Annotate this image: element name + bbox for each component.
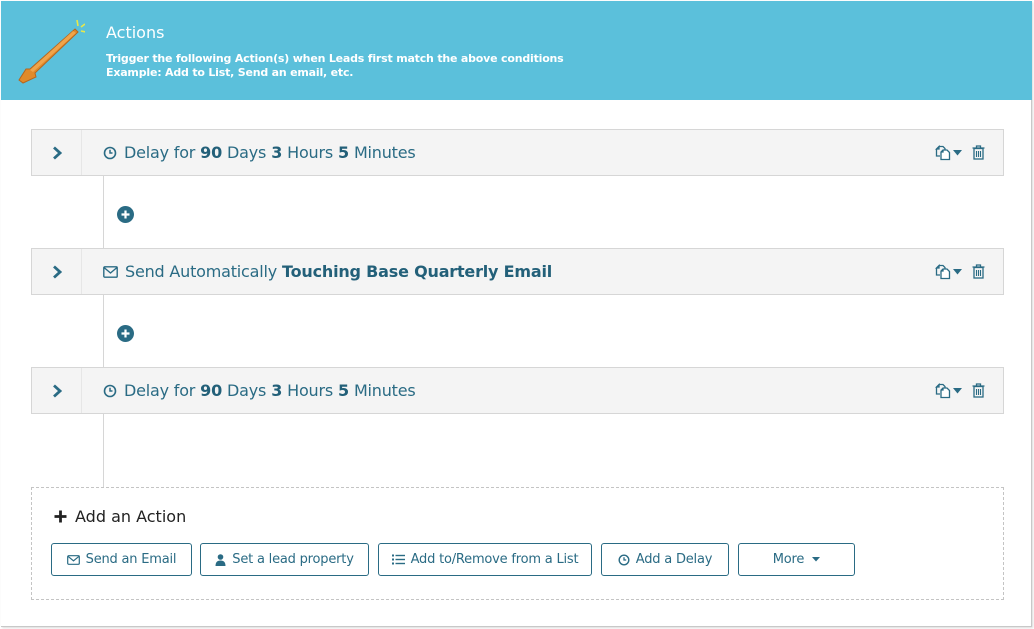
action-title: Delay for 90 Days 3 Hours 5 Minutes bbox=[103, 130, 421, 175]
connector-line bbox=[103, 295, 104, 367]
action-text: Hours bbox=[287, 143, 334, 162]
insert-action-button[interactable] bbox=[117, 325, 134, 342]
action-tools bbox=[935, 249, 985, 294]
clock-icon bbox=[103, 146, 117, 160]
caret-down-icon bbox=[812, 557, 821, 562]
copy-dropdown-button[interactable] bbox=[935, 263, 962, 280]
connector-line bbox=[103, 414, 104, 487]
expand-toggle[interactable] bbox=[32, 130, 82, 175]
button-label: More bbox=[772, 552, 805, 567]
expand-toggle[interactable] bbox=[32, 249, 82, 294]
button-label: Send an Email bbox=[85, 552, 177, 567]
action-text: Minutes bbox=[353, 143, 416, 162]
chevron-right-icon bbox=[52, 145, 62, 160]
action-title: Delay for 90 Days 3 Hours 5 Minutes bbox=[103, 368, 421, 413]
delay-minutes-value: 5 bbox=[338, 143, 349, 162]
actions-description: Trigger the following Action(s) when Lea… bbox=[106, 52, 564, 80]
copy-icon bbox=[935, 382, 951, 398]
action-text: Days bbox=[227, 381, 267, 400]
list-icon bbox=[391, 554, 405, 565]
add-remove-list-button[interactable]: Add to/Remove from a List bbox=[378, 543, 592, 576]
delete-button[interactable] bbox=[972, 383, 985, 398]
delay-days-value: 90 bbox=[200, 143, 223, 162]
action-row[interactable]: Delay for 90 Days 3 Hours 5 Minutes bbox=[31, 367, 1004, 414]
delay-hours-value: 3 bbox=[271, 381, 283, 400]
more-dropdown-button[interactable]: More bbox=[738, 543, 855, 576]
trash-icon bbox=[972, 145, 985, 160]
add-action-heading: Add an Action bbox=[54, 507, 186, 526]
trash-icon bbox=[972, 383, 985, 398]
send-email-button[interactable]: Send an Email bbox=[51, 543, 192, 576]
copy-dropdown-button[interactable] bbox=[935, 382, 962, 399]
connector-line bbox=[103, 176, 104, 248]
button-label: Add a Delay bbox=[635, 552, 713, 567]
insert-action-button[interactable] bbox=[117, 206, 134, 223]
user-icon bbox=[215, 553, 226, 566]
description-line-1: Trigger the following Action(s) when Lea… bbox=[106, 52, 564, 65]
copy-icon bbox=[935, 144, 951, 160]
actions-panel: Actions Trigger the following Action(s) … bbox=[1, 1, 1032, 627]
caret-down-icon bbox=[953, 268, 962, 274]
action-row[interactable]: Send Automatically Touching Base Quarter… bbox=[31, 248, 1004, 295]
action-row[interactable]: Delay for 90 Days 3 Hours 5 Minutes bbox=[31, 129, 1004, 176]
chevron-right-icon bbox=[52, 383, 62, 398]
delay-hours-value: 3 bbox=[271, 143, 283, 162]
delay-days-value: 90 bbox=[200, 381, 223, 400]
set-lead-property-button[interactable]: Set a lead property bbox=[200, 543, 369, 576]
clock-icon bbox=[103, 384, 117, 398]
email-name[interactable]: Touching Base Quarterly Email bbox=[282, 262, 552, 281]
action-text: Minutes bbox=[353, 381, 416, 400]
action-tools bbox=[935, 368, 985, 413]
action-text: Send Automatically bbox=[125, 262, 278, 281]
plus-icon bbox=[121, 329, 130, 338]
caret-down-icon bbox=[953, 149, 962, 155]
caret-down-icon bbox=[953, 387, 962, 393]
actions-title: Actions bbox=[106, 23, 165, 42]
add-action-box: Add an Action Send an Email Set a lead p… bbox=[31, 487, 1004, 600]
add-delay-button[interactable]: Add a Delay bbox=[601, 543, 729, 576]
delete-button[interactable] bbox=[972, 145, 985, 160]
action-title: Send Automatically Touching Base Quarter… bbox=[103, 249, 557, 294]
button-label: Set a lead property bbox=[232, 552, 354, 567]
action-text: Days bbox=[227, 143, 267, 162]
delete-button[interactable] bbox=[972, 264, 985, 279]
envelope-icon bbox=[103, 265, 118, 278]
description-line-2: Example: Add to List, Send an email, etc… bbox=[106, 66, 354, 79]
trash-icon bbox=[972, 264, 985, 279]
action-text: Delay for bbox=[124, 381, 196, 400]
button-label: Add to/Remove from a List bbox=[410, 552, 579, 567]
copy-dropdown-button[interactable] bbox=[935, 144, 962, 161]
copy-icon bbox=[935, 263, 951, 279]
add-action-title: Add an Action bbox=[75, 507, 187, 526]
action-text: Delay for bbox=[124, 143, 196, 162]
plus-icon bbox=[121, 210, 130, 219]
plus-icon bbox=[54, 510, 67, 523]
clock-icon bbox=[618, 553, 630, 566]
action-tools bbox=[935, 130, 985, 175]
delay-minutes-value: 5 bbox=[338, 381, 349, 400]
envelope-icon bbox=[66, 554, 80, 565]
expand-toggle[interactable] bbox=[32, 368, 82, 413]
magic-wand-icon bbox=[18, 19, 85, 84]
action-text: Hours bbox=[287, 381, 334, 400]
actions-header: Actions Trigger the following Action(s) … bbox=[1, 1, 1032, 100]
chevron-right-icon bbox=[52, 264, 62, 279]
